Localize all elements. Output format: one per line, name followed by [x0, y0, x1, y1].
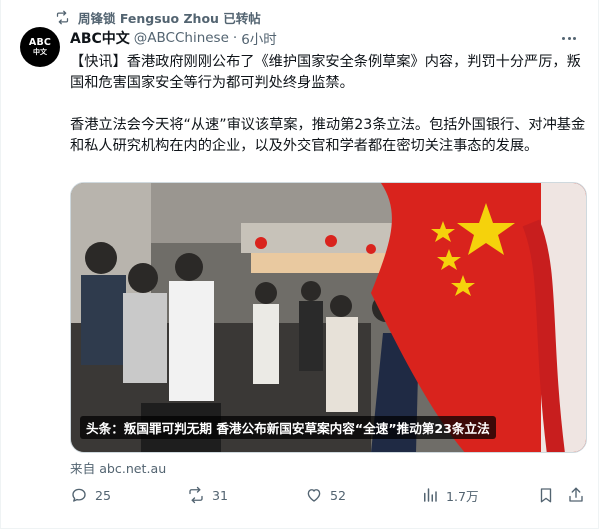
repost-indicator[interactable]: 周锋锁 Fengsuo Zhou 已转帖 [55, 8, 261, 26]
share-icon [569, 487, 583, 502]
reply-count: 25 [95, 487, 112, 503]
news-photo [71, 183, 586, 452]
bookmark-icon [540, 488, 552, 503]
reply-button[interactable]: 25 [70, 484, 111, 506]
bookmark-button[interactable] [537, 484, 555, 506]
avatar[interactable]: ABC 中文 [20, 27, 60, 67]
like-icon [307, 489, 321, 502]
tweet-paragraph-1: 【快讯】香港政府刚刚公布了《维护国家安全条例草案》内容，判罚十分严厉，叛国和危害… [70, 54, 581, 91]
action-bar: 25 31 52 1.7万 [70, 484, 587, 506]
like-count: 52 [330, 487, 347, 503]
like-button[interactable]: 52 [305, 484, 346, 506]
avatar-logo-text: ABC [28, 36, 52, 48]
repost-icon [189, 486, 203, 504]
repost-button[interactable]: 31 [187, 484, 228, 506]
view-count: 1.7万 [446, 488, 479, 504]
tweet-paragraph-2: 香港立法会今天将“从速”审议该草案，推动第23条立法。包括外国银行、对冲基金和私… [70, 117, 586, 154]
repost-icon [56, 10, 69, 24]
repost-label: 周锋锁 Fengsuo Zhou 已转帖 [78, 10, 261, 26]
tweet-header: ABC中文 @ABCChinese · 6小时 [70, 28, 277, 48]
timestamp[interactable]: 6小时 [241, 28, 277, 48]
tweet-card[interactable]: 周锋锁 Fengsuo Zhou 已转帖 ABC 中文 ABC中文 @ABCCh… [0, 0, 599, 529]
card-caption: 头条：叛国罪可判无期 香港公布新国安草案内容“全速”推动第23条立法 [80, 416, 496, 439]
tweet-text: 【快讯】香港政府刚刚公布了《维护国家安全条例草案》内容，判罚十分严厉，叛国和危害… [70, 52, 592, 157]
avatar-subtext: 中文 [33, 47, 47, 56]
reply-icon [72, 488, 86, 502]
share-button[interactable] [567, 484, 585, 506]
author-name[interactable]: ABC中文 [70, 28, 130, 48]
separator-dot: · [232, 30, 238, 46]
card-source[interactable]: 来自 abc.net.au [70, 458, 166, 477]
views-icon [424, 488, 437, 502]
more-icon [562, 36, 565, 40]
views-button[interactable]: 1.7万 [421, 484, 479, 506]
author-handle[interactable]: @ABCChinese [134, 30, 229, 46]
more-button[interactable] [559, 30, 579, 46]
repost-count: 31 [212, 487, 229, 503]
link-card[interactable]: 头条：叛国罪可判无期 香港公布新国安草案内容“全速”推动第23条立法 [70, 182, 587, 453]
